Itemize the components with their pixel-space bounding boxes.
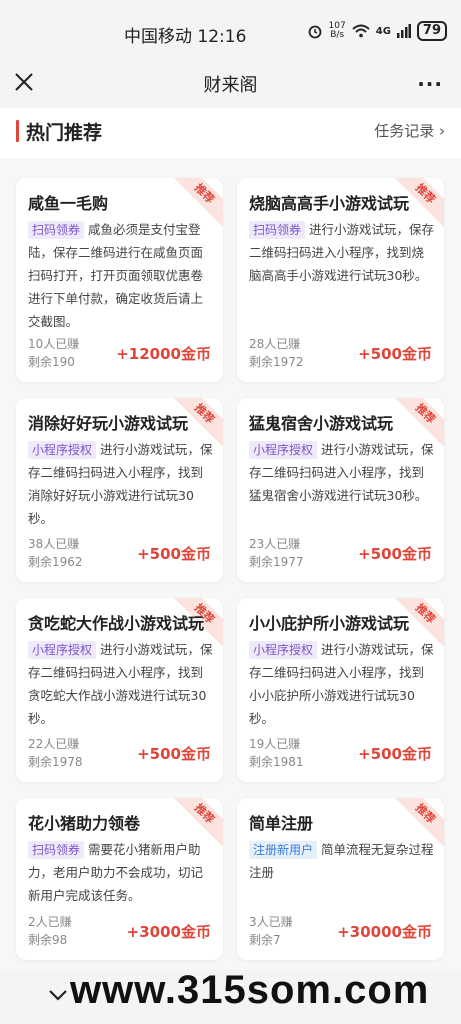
task-card[interactable]: 推荐 花小猪助力领卷 扫码领券 需要花小猪新用户助力，老用户助力不会成功，切记新用… xyxy=(16,798,223,960)
task-earned: 19人已赚 xyxy=(249,737,301,751)
section-accent-bar xyxy=(16,120,19,142)
task-earned: 10人已赚 xyxy=(28,337,80,351)
task-reward: +500金币 xyxy=(137,745,211,763)
task-remain: 剩余1962 xyxy=(28,555,83,569)
task-title: 小小庇护所小游戏试玩 xyxy=(249,614,410,633)
task-desc: 注册新用户 简单流程无复杂过程注册 xyxy=(249,841,434,880)
task-card[interactable]: 推荐 贪吃蛇大作战小游戏试玩 小程序授权 进行小游戏试玩，保存二维码扫码进入小程序… xyxy=(16,598,223,782)
task-reward: +500金币 xyxy=(358,745,432,763)
task-title: 猛鬼宿舍小游戏试玩 xyxy=(249,414,394,433)
task-reward: +500金币 xyxy=(358,545,432,563)
task-card[interactable]: 推荐 咸鱼一毛购 扫码领券 咸鱼必须是支付宝登陆，保存二维码进行在咸鱼页面扫码打开… xyxy=(16,178,223,382)
task-desc: 扫码领券 需要花小猪新用户助力，老用户助力不会成功，切记新用户完成该任务。 xyxy=(28,841,204,903)
task-desc: 扫码领券 咸鱼必须是支付宝登陆，保存二维码进行在咸鱼页面扫码打开，打开页面领取优惠… xyxy=(28,221,204,329)
task-remain: 剩余1977 xyxy=(249,555,304,569)
task-desc: 扫码领券 进行小游戏试玩，保存二维码扫码进入小程序，找到烧脑高高手小游戏进行试玩3… xyxy=(249,221,435,283)
page-title: 财来阁 xyxy=(203,75,258,96)
network-speed: 107 B/s xyxy=(328,21,346,40)
task-tag: 扫码领券 xyxy=(249,221,306,239)
task-title: 简单注册 xyxy=(249,814,314,833)
task-earned: 28人已赚 xyxy=(249,337,301,351)
task-earned: 38人已赚 xyxy=(28,537,80,551)
task-remain: 剩余1972 xyxy=(249,355,304,369)
more-icon[interactable]: ··· xyxy=(417,72,443,96)
section-header: 热门推荐 任务记录 › xyxy=(0,108,461,158)
task-tag: 扫码领券 xyxy=(28,221,85,239)
task-title: 消除好好玩小游戏试玩 xyxy=(28,414,189,433)
task-card[interactable]: 推荐 消除好好玩小游戏试玩 小程序授权 进行小游戏试玩，保存二维码扫码进入小程序，… xyxy=(16,398,223,582)
close-icon[interactable] xyxy=(12,70,36,94)
task-remain: 剩余7 xyxy=(249,933,281,947)
task-remain: 剩余98 xyxy=(28,933,68,947)
status-bar: 中国移动 12:16 107 B/s 4G 79 xyxy=(0,0,461,66)
task-tag: 注册新用户 xyxy=(249,841,318,859)
task-desc: 小程序授权 进行小游戏试玩，保存二维码扫码进入小程序，找到小小庇护所小游戏进行试玩… xyxy=(249,641,434,726)
main-content: 热门推荐 任务记录 › 推荐 咸鱼一毛购 扫码领券 咸鱼必须是支付宝登陆，保存二维… xyxy=(0,108,461,988)
task-tag: 扫码领券 xyxy=(28,841,85,859)
task-title: 贪吃蛇大作战小游戏试玩 xyxy=(28,614,205,633)
task-tag: 小程序授权 xyxy=(249,641,318,659)
task-reward: +12000金币 xyxy=(116,345,211,363)
network-type: 4G xyxy=(375,25,391,37)
task-reward: +3000金币 xyxy=(126,923,211,941)
task-earned: 3人已赚 xyxy=(249,915,293,929)
task-title: 咸鱼一毛购 xyxy=(28,194,109,213)
wifi-icon xyxy=(352,24,370,38)
task-desc: 小程序授权 进行小游戏试玩，保存二维码扫码进入小程序，找到消除好好玩小游戏进行试玩… xyxy=(28,441,213,526)
chevron-down-icon[interactable] xyxy=(48,988,68,1002)
task-tag: 小程序授权 xyxy=(28,441,97,459)
task-card[interactable]: 推荐 小小庇护所小游戏试玩 小程序授权 进行小游戏试玩，保存二维码扫码进入小程序，… xyxy=(237,598,444,782)
task-desc: 小程序授权 进行小游戏试玩，保存二维码扫码进入小程序，找到贪吃蛇大作战小游戏进行试… xyxy=(28,641,213,726)
task-reward: +500金币 xyxy=(358,345,432,363)
section-title: 热门推荐 xyxy=(26,122,103,144)
task-title: 花小猪助力领卷 xyxy=(28,814,141,833)
task-card[interactable]: 推荐 简单注册 注册新用户 简单流程无复杂过程注册 3人已赚 剩余7 +30000… xyxy=(237,798,444,960)
task-earned: 23人已赚 xyxy=(249,537,301,551)
task-record-link[interactable]: 任务记录 › xyxy=(374,120,445,141)
task-title: 烧脑高高手小游戏试玩 xyxy=(249,194,410,213)
task-earned: 22人已赚 xyxy=(28,737,80,751)
nav-bar: 财来阁 ··· xyxy=(0,60,461,108)
task-reward: +30000金币 xyxy=(337,923,432,941)
status-icons: 107 B/s 4G 79 xyxy=(307,21,447,41)
battery-indicator: 79 xyxy=(416,21,447,41)
task-remain: 剩余190 xyxy=(28,355,75,369)
task-remain: 剩余1978 xyxy=(28,755,83,769)
watermark: www.315som.com xyxy=(70,968,430,1012)
task-tag: 小程序授权 xyxy=(249,441,318,459)
carrier-time: 中国移动 12:16 xyxy=(124,27,247,47)
signal-icon xyxy=(396,24,411,38)
alarm-icon xyxy=(308,25,321,39)
task-reward: +500金币 xyxy=(137,545,211,563)
task-earned: 2人已赚 xyxy=(28,915,72,929)
task-card[interactable]: 推荐 猛鬼宿舍小游戏试玩 小程序授权 进行小游戏试玩，保存二维码扫码进入小程序，找… xyxy=(237,398,444,582)
task-card[interactable]: 推荐 烧脑高高手小游戏试玩 扫码领券 进行小游戏试玩，保存二维码扫码进入小程序，找… xyxy=(237,178,444,382)
task-tag: 小程序授权 xyxy=(28,641,97,659)
task-remain: 剩余1981 xyxy=(249,755,304,769)
task-desc: 小程序授权 进行小游戏试玩，保存二维码扫码进入小程序，找到猛鬼宿舍小游戏进行试玩3… xyxy=(249,441,434,503)
